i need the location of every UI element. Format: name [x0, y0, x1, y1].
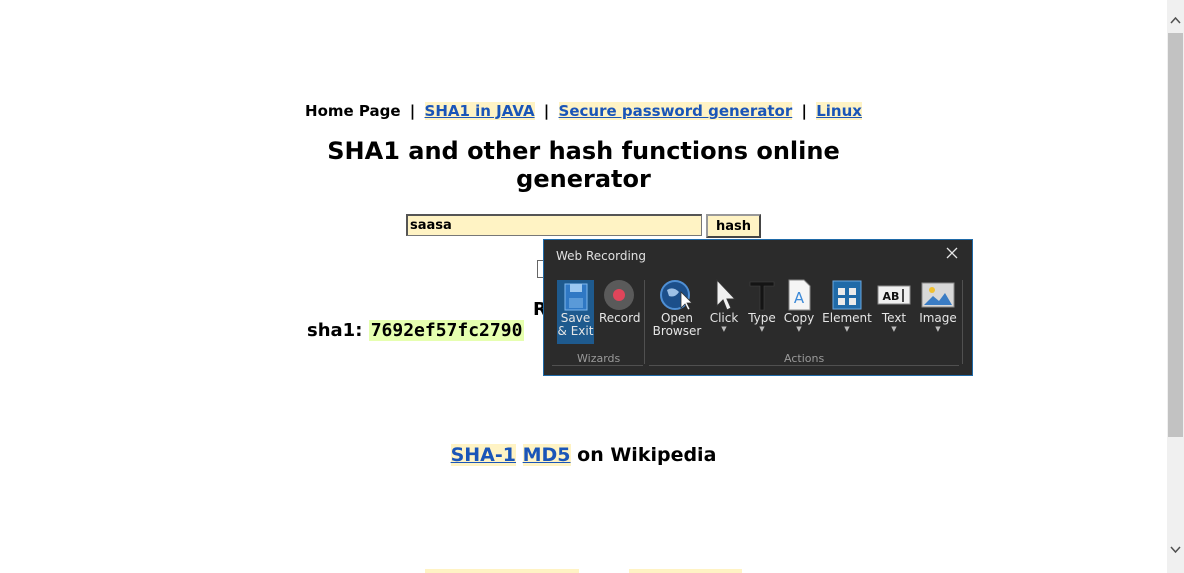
text-field-icon: AB	[877, 285, 911, 305]
record-icon	[604, 280, 634, 310]
toolbar-divider	[644, 280, 645, 364]
wiki-link-sha1[interactable]: SHA-1	[450, 444, 516, 466]
type-button[interactable]: Type ▼	[746, 278, 778, 333]
browser-label: Browser	[652, 324, 702, 338]
nav-link-password-generator[interactable]: Secure password generator	[558, 102, 793, 120]
element-grid-icon	[832, 280, 862, 310]
recorder-title: Web Recording	[556, 249, 646, 263]
copy-label: Copy	[783, 311, 815, 325]
chevron-down-icon[interactable]: ▼	[782, 325, 816, 333]
scrollbar-thumb[interactable]	[1168, 33, 1183, 437]
wizards-group-line	[552, 365, 643, 366]
scroll-down-arrow-icon[interactable]	[1167, 541, 1184, 558]
chevron-down-icon[interactable]: ▼	[746, 325, 778, 333]
sha1-value: 7692ef57fc2790	[368, 320, 525, 341]
element-button[interactable]: Element ▼	[822, 278, 872, 333]
sha1-label: sha1:	[307, 320, 363, 341]
footer-link-highlight[interactable]	[425, 569, 579, 573]
image-button[interactable]: Image ▼	[918, 278, 958, 333]
nav-separator: |	[801, 102, 807, 120]
type-label: Type	[748, 311, 776, 325]
home-page-label: Home Page	[305, 102, 401, 120]
image-picture-icon	[921, 282, 955, 308]
nav-separator: |	[543, 102, 550, 120]
copy-button[interactable]: A Copy ▼	[782, 278, 816, 333]
chevron-down-icon[interactable]: ▼	[876, 325, 912, 333]
svg-text:AB: AB	[883, 290, 900, 303]
sha1-result-row: sha1: 7692ef57fc2790	[307, 320, 525, 341]
globe-cursor-icon	[660, 280, 693, 311]
nav-separator: |	[409, 102, 416, 120]
floppy-disk-icon	[564, 283, 587, 311]
svg-text:A: A	[794, 289, 805, 307]
text-label: Text	[881, 311, 907, 325]
chevron-down-icon[interactable]: ▼	[707, 325, 741, 333]
nav-link-linux[interactable]: Linux	[816, 102, 862, 120]
element-label: Element	[822, 311, 872, 325]
click-label: Click	[709, 311, 739, 325]
wiki-link-md5[interactable]: MD5	[522, 444, 571, 466]
nav-link-sha1-java[interactable]: SHA1 in JAVA	[424, 102, 535, 120]
record-label: Record	[599, 311, 641, 325]
actions-group-label: Actions	[784, 352, 825, 365]
page-title: SHA1 and other hash functions online gen…	[327, 137, 840, 193]
text-button[interactable]: AB Text ▼	[876, 278, 912, 333]
hash-button[interactable]: hash	[706, 214, 761, 238]
close-icon[interactable]	[946, 245, 958, 263]
open-browser-button[interactable]: Open Browser	[650, 278, 704, 338]
record-button[interactable]: Record	[599, 278, 641, 325]
save-exit-tool[interactable]: Save & Exit	[557, 282, 594, 338]
chevron-down-icon[interactable]: ▼	[822, 325, 872, 333]
exit-label: & Exit	[557, 324, 594, 338]
footer-link-highlight[interactable]	[629, 569, 742, 573]
web-recording-toolbar: Web Recording Save & Exit Record Open Br…	[543, 239, 973, 376]
mouse-pointer-icon	[716, 278, 737, 311]
hash-input[interactable]	[406, 214, 702, 236]
copy-document-icon: A	[788, 279, 811, 311]
wiki-suffix: on Wikipedia	[577, 444, 717, 466]
actions-group-line	[649, 365, 959, 366]
scroll-up-arrow-icon[interactable]	[1167, 12, 1184, 29]
toolbar-divider	[962, 280, 963, 364]
click-button[interactable]: Click ▼	[707, 278, 741, 333]
wikipedia-links: SHA-1 MD5 on Wikipedia	[0, 444, 1167, 466]
wizards-group-label: Wizards	[577, 352, 621, 365]
image-label: Image	[919, 311, 957, 325]
type-t-icon	[749, 281, 775, 311]
top-nav: Home Page | SHA1 in JAVA | Secure passwo…	[0, 102, 1167, 120]
chevron-down-icon[interactable]: ▼	[918, 325, 958, 333]
